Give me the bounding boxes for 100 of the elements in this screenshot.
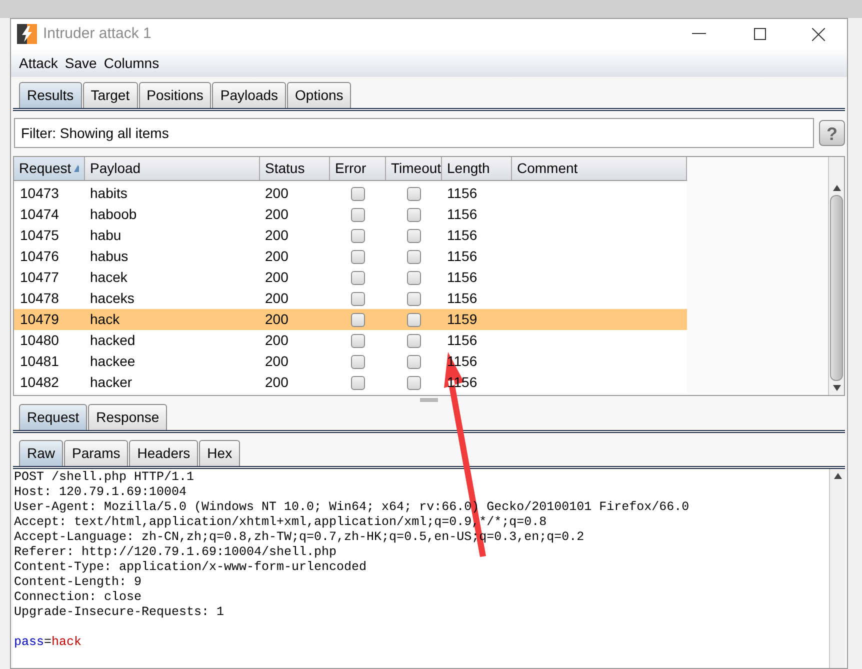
table-cell-text: 200 — [264, 331, 290, 350]
help-button[interactable]: ? — [819, 120, 845, 146]
table-cell: 1156 — [447, 332, 478, 348]
request-line: POST /shell.php HTTP/1.1 — [14, 470, 194, 485]
table-row[interactable]: 10477 hacek 200 1156 — [14, 267, 687, 288]
request-line: Content-Length: 9 — [14, 575, 142, 590]
table-cell-text: 10476 — [19, 247, 60, 266]
scrollbar-thumb[interactable] — [830, 195, 843, 381]
table-cell-text: habits — [89, 184, 128, 203]
checkbox[interactable] — [407, 376, 421, 390]
checkbox[interactable] — [407, 270, 421, 284]
checkbox[interactable] — [351, 228, 365, 242]
table-row[interactable]: 10478 haceks 200 1156 — [14, 288, 687, 309]
tab[interactable]: Hex — [199, 440, 240, 466]
column-header[interactable]: Length — [442, 157, 512, 180]
request-line: Connection: close — [14, 590, 142, 605]
checkbox[interactable] — [407, 354, 421, 368]
table-cell-text: 10482 — [19, 373, 60, 392]
column-header[interactable]: Timeout — [386, 157, 442, 180]
column-header[interactable]: Payload — [85, 157, 260, 180]
table-cell-text: 200 — [264, 289, 290, 308]
table-cell-text: 10481 — [19, 352, 60, 371]
checkbox[interactable] — [407, 250, 421, 264]
table-row[interactable]: 10476 habus 200 1156 — [14, 246, 687, 267]
column-header[interactable]: Comment — [512, 157, 687, 180]
tab[interactable]: Headers — [129, 440, 198, 466]
table-cell-text: habus — [89, 247, 130, 266]
request-body: pass=hack — [14, 635, 82, 650]
sort-ascending-icon — [74, 165, 79, 172]
minimize-icon[interactable] — [692, 33, 706, 35]
table-cell-text: habu — [89, 226, 122, 245]
tab[interactable]: Params — [64, 440, 128, 466]
table-row[interactable]: 10475 habu 200 1156 — [14, 225, 687, 246]
table-cell-text: 200 — [264, 373, 290, 392]
table-cell-text: 10478 — [19, 289, 60, 308]
tab[interactable]: Response — [88, 404, 168, 430]
menu-item[interactable]: Attack — [19, 52, 58, 74]
column-header[interactable]: Request — [14, 157, 85, 180]
table-cell-text: 10474 — [19, 205, 60, 224]
table-cell-text: 10479 — [19, 310, 60, 329]
checkbox[interactable] — [407, 334, 421, 348]
table-row[interactable]: 10479 hack 200 1159 — [14, 309, 687, 330]
table-cell: 1156 — [447, 290, 478, 306]
table-cell-text: 200 — [264, 247, 290, 266]
table-cell-text: haceks — [89, 289, 136, 308]
request-line: Content-Type: application/x-www-form-urlencoded — [14, 560, 367, 575]
checkbox[interactable] — [351, 334, 365, 348]
tab[interactable]: Options — [287, 82, 352, 108]
table-cell-text: hacked — [89, 331, 136, 350]
menu-item[interactable]: Save — [64, 52, 97, 74]
column-header[interactable]: Status — [260, 157, 330, 180]
tab[interactable]: Raw — [19, 440, 64, 466]
table-cell-text: 10477 — [19, 268, 60, 287]
request-line: Upgrade-Insecure-Requests: 1 — [14, 605, 224, 620]
table-cell-text: hack — [89, 310, 121, 329]
table-cell-text: 200 — [264, 184, 290, 203]
checkbox[interactable] — [351, 250, 365, 264]
menu-item[interactable]: Columns — [104, 52, 160, 74]
table-cell: 1156 — [447, 227, 478, 243]
table-cell-text: hacker — [89, 373, 134, 392]
close-icon[interactable] — [812, 28, 825, 40]
table-cell-text: 200 — [264, 352, 290, 371]
checkbox[interactable] — [407, 292, 421, 306]
checkbox[interactable] — [407, 186, 421, 200]
tab[interactable]: Positions — [138, 82, 212, 108]
request-line: Host: 120.79.1.69:10004 — [14, 485, 187, 500]
checkbox[interactable] — [351, 292, 365, 306]
checkbox[interactable] — [351, 186, 365, 200]
table-cell: 1156 — [447, 185, 478, 201]
table-cell-text: hackee — [89, 352, 136, 371]
checkbox[interactable] — [351, 312, 365, 326]
checkbox[interactable] — [407, 228, 421, 242]
table-cell-text: 200 — [264, 226, 290, 245]
table-cell-text: 10473 — [19, 184, 60, 203]
checkbox[interactable] — [351, 354, 365, 368]
table-cell-text: 10480 — [19, 331, 60, 350]
checkbox[interactable] — [351, 208, 365, 222]
maximize-icon[interactable] — [754, 28, 766, 40]
tab[interactable]: Payloads — [212, 82, 286, 108]
checkbox[interactable] — [351, 376, 365, 390]
table-row[interactable]: 10473 habits 200 1156 — [14, 183, 687, 204]
table-cell: 1156 — [447, 248, 478, 264]
filter-bar[interactable]: Filter: Showing all items — [14, 118, 814, 148]
table-cell: 1159 — [447, 311, 478, 327]
table-row[interactable]: 10474 haboob 200 1156 — [14, 204, 687, 225]
splitter-handle[interactable] — [420, 398, 438, 402]
table-cell: 1156 — [447, 206, 478, 222]
table-cell-text: 200 — [264, 268, 290, 287]
lightning-logo-icon — [17, 24, 37, 44]
table-row[interactable]: 10480 hacked 200 1156 — [14, 330, 687, 351]
checkbox[interactable] — [407, 312, 421, 326]
checkbox[interactable] — [351, 270, 365, 284]
tab[interactable]: Request — [19, 404, 88, 430]
window-title: Intruder attack 1 — [43, 24, 152, 44]
checkbox[interactable] — [407, 208, 421, 222]
table-cell-text: 10475 — [19, 226, 60, 245]
tab[interactable]: Target — [82, 82, 138, 108]
column-header[interactable]: Error — [330, 157, 386, 180]
table-cell-text: hacek — [89, 268, 128, 287]
tab[interactable]: Results — [19, 82, 82, 108]
